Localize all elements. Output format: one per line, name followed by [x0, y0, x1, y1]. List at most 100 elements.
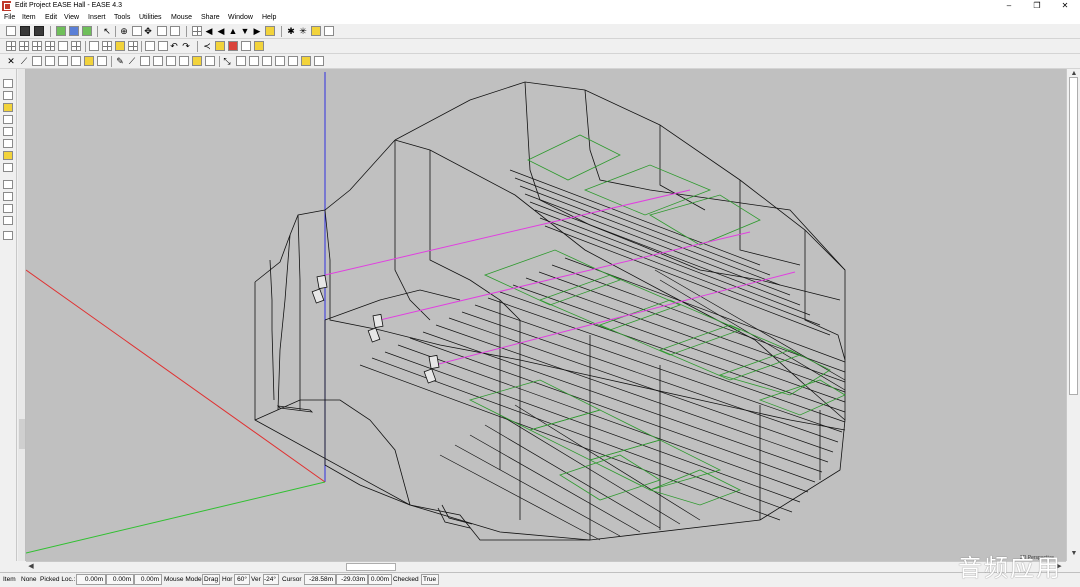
tool-box-icon[interactable]	[3, 180, 13, 189]
tool-seats-icon[interactable]	[3, 127, 13, 136]
vertex-icon[interactable]: ✎	[115, 55, 125, 67]
ceiling-icon[interactable]	[45, 56, 55, 66]
scroll-down-icon[interactable]: ▼	[1069, 549, 1079, 559]
zoom-icon[interactable]: ⊕	[119, 25, 129, 37]
tool-table-icon[interactable]	[3, 231, 13, 240]
pointer-icon[interactable]: ↖	[102, 25, 112, 37]
right-scrollbar[interactable]: ▲ ▼	[1066, 69, 1080, 561]
insert-bulb-icon[interactable]	[84, 56, 94, 66]
options-icon[interactable]	[324, 26, 334, 36]
undo-icon[interactable]: ↶	[169, 40, 179, 52]
floor-icon[interactable]	[58, 56, 68, 66]
insert-array-icon[interactable]	[205, 56, 215, 66]
redo-icon[interactable]: ↷	[181, 40, 191, 52]
tool-lock-icon[interactable]	[3, 216, 13, 225]
view-back-icon[interactable]	[45, 41, 55, 51]
render-icon[interactable]	[265, 26, 275, 36]
view-plan-icon[interactable]	[6, 41, 16, 51]
menu-help[interactable]: Help	[262, 13, 276, 23]
new-project-icon[interactable]	[6, 26, 16, 36]
lamp-icon[interactable]	[254, 41, 264, 51]
highlight-icon[interactable]	[115, 41, 125, 51]
copy-view-icon[interactable]	[132, 26, 142, 36]
insert-lamp-icon[interactable]	[192, 56, 202, 66]
open-project-icon[interactable]	[20, 26, 30, 36]
layer-icon[interactable]	[89, 41, 99, 51]
left-scrollbar-thumb[interactable]	[19, 419, 25, 449]
stairs-icon[interactable]	[166, 56, 176, 66]
pan-icon[interactable]: ✥	[143, 25, 153, 37]
full-view-icon[interactable]	[170, 26, 180, 36]
restore-button[interactable]: ❐	[1023, 0, 1051, 12]
arrow-down-icon[interactable]: ▼	[240, 25, 250, 37]
probe-icon[interactable]	[301, 56, 311, 66]
menu-view[interactable]: View	[64, 13, 79, 23]
tool-draw-icon[interactable]	[3, 91, 13, 100]
mesh-icon[interactable]	[128, 41, 138, 51]
view-front-icon[interactable]	[19, 41, 29, 51]
arrow-left-icon[interactable]: ◀	[216, 25, 226, 37]
source-icon[interactable]: ✱	[286, 25, 296, 37]
select-edge-icon[interactable]	[158, 41, 168, 51]
check-icon[interactable]	[82, 26, 92, 36]
save-project-icon[interactable]	[34, 26, 44, 36]
bulb-icon[interactable]	[311, 26, 321, 36]
insert-speaker-icon[interactable]	[97, 56, 107, 66]
menu-window[interactable]: Window	[228, 13, 253, 23]
menu-utilities[interactable]: Utilities	[139, 13, 162, 23]
tool-lamp-icon[interactable]	[3, 151, 13, 160]
listener-icon[interactable]	[228, 41, 238, 51]
horizontal-scrollbar[interactable]: ◀ ▶	[26, 561, 1066, 572]
tool-listener-icon[interactable]	[3, 139, 13, 148]
menu-edit[interactable]: Edit	[45, 13, 57, 23]
loudspeaker[interactable]	[423, 354, 440, 384]
rotate-icon[interactable]: ⤡	[222, 55, 232, 67]
tool-page-icon[interactable]	[3, 192, 13, 201]
menu-share[interactable]: Share	[201, 13, 220, 23]
minimize-button[interactable]: –	[995, 0, 1023, 12]
menu-item[interactable]: Item	[22, 13, 36, 23]
edge-icon[interactable]: ⟋	[127, 55, 137, 67]
tool-edit-icon[interactable]	[3, 204, 13, 213]
bevel-icon[interactable]	[249, 56, 259, 66]
split-icon[interactable]	[262, 56, 272, 66]
menu-file[interactable]: File	[4, 13, 15, 23]
speaker-icon[interactable]	[215, 41, 225, 51]
horizontal-scrollbar-thumb[interactable]	[346, 563, 396, 571]
layers-icon[interactable]	[102, 41, 112, 51]
light-icon[interactable]: ✳	[298, 25, 308, 37]
wall-icon[interactable]	[140, 56, 150, 66]
join-icon[interactable]	[275, 56, 285, 66]
tool-speaker-icon[interactable]	[3, 115, 13, 124]
arrow-up-icon[interactable]: ▲	[228, 25, 238, 37]
measure-icon[interactable]	[314, 56, 324, 66]
scroll-left-icon[interactable]: ◀	[26, 562, 36, 572]
fit-view-icon[interactable]	[157, 26, 167, 36]
delete-icon[interactable]: ✕	[6, 55, 16, 67]
grid-icon[interactable]	[192, 26, 202, 36]
align-icon[interactable]	[288, 56, 298, 66]
view-box-icon[interactable]	[58, 41, 68, 51]
close-button[interactable]: ✕	[1051, 0, 1079, 12]
import-icon[interactable]	[56, 26, 66, 36]
mirror-icon[interactable]: ≺	[202, 40, 212, 52]
menu-insert[interactable]: Insert	[88, 13, 106, 23]
view-iso-icon[interactable]	[71, 41, 81, 51]
audience-icon[interactable]	[241, 41, 251, 51]
tool-array-icon[interactable]	[3, 163, 13, 172]
export-icon[interactable]	[69, 26, 79, 36]
view-side-icon[interactable]	[32, 41, 42, 51]
menu-tools[interactable]: Tools	[114, 13, 130, 23]
line-icon[interactable]: ⟋	[19, 55, 29, 67]
wireframe-model[interactable]	[26, 69, 1066, 561]
menu-mouse[interactable]: Mouse	[171, 13, 192, 23]
rotate-left-icon[interactable]: ◀	[204, 25, 214, 37]
tool-delete-icon[interactable]	[3, 79, 13, 88]
extrude-icon[interactable]	[236, 56, 246, 66]
left-scrollbar[interactable]	[18, 69, 26, 561]
tool-face-icon[interactable]	[3, 103, 13, 112]
right-scrollbar-thumb[interactable]	[1069, 77, 1078, 395]
3d-viewport[interactable]	[26, 69, 1066, 561]
seat-icon[interactable]	[71, 56, 81, 66]
arrow-right-icon[interactable]: ▶	[252, 25, 262, 37]
